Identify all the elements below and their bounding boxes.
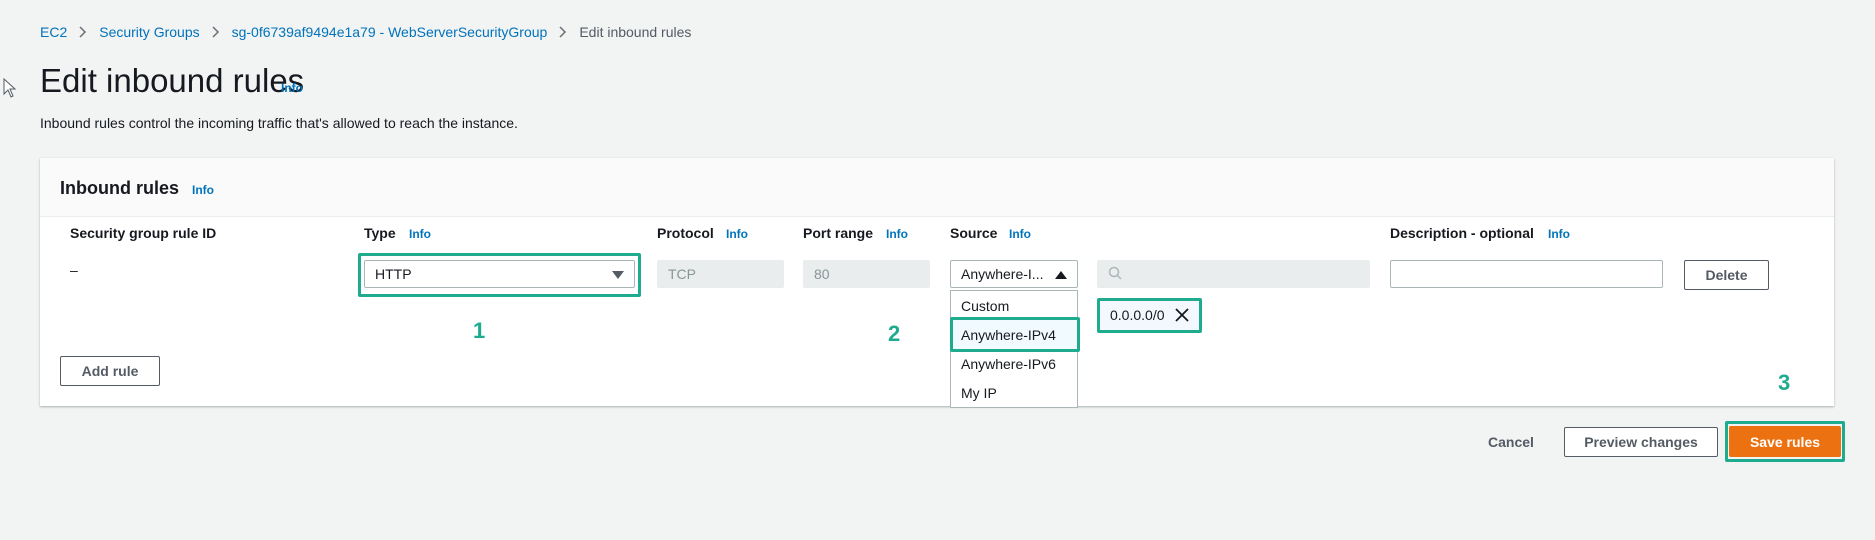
column-source: Source <box>950 225 998 241</box>
step-1-annotation: 1 <box>473 318 486 343</box>
column-port-range: Port range <box>803 225 874 241</box>
page-description: Inbound rules control the incoming traff… <box>40 115 518 131</box>
panel-info-link[interactable]: Info <box>192 183 214 197</box>
column-description: Description - optional <box>1390 225 1534 241</box>
panel-title: Inbound rules <box>60 178 179 198</box>
step-3-annotation: 3 <box>1778 370 1791 395</box>
search-icon <box>1108 266 1122 283</box>
port-range-field: 80 <box>803 260 930 288</box>
preview-changes-button[interactable]: Preview changes <box>1564 427 1718 457</box>
breadcrumb: EC2 Security Groups sg-0f6739af9494e1a79… <box>40 24 691 40</box>
save-rules-button[interactable]: Save rules <box>1729 426 1841 457</box>
cidr-search-input[interactable] <box>1097 260 1370 288</box>
chevron-right-icon <box>559 26 567 38</box>
description-input[interactable] <box>1390 260 1663 288</box>
cancel-button[interactable]: Cancel <box>1488 434 1534 450</box>
caret-down-icon <box>612 266 624 282</box>
type-select-value: HTTP <box>375 266 412 282</box>
source-option-custom[interactable]: Custom <box>951 291 1077 320</box>
column-rule-id: Security group rule ID <box>70 225 217 241</box>
panel-header: Inbound rules Info <box>40 158 1834 217</box>
source-select-value: Anywhere-I... <box>961 266 1044 282</box>
ipv4-highlight-box <box>950 317 1080 352</box>
breadcrumb-security-groups[interactable]: Security Groups <box>99 24 199 40</box>
protocol-info-link[interactable]: Info <box>726 227 748 241</box>
mouse-cursor-icon <box>3 78 17 98</box>
add-rule-button[interactable]: Add rule <box>60 356 160 386</box>
type-select[interactable]: HTTP <box>364 260 635 288</box>
chevron-right-icon <box>212 26 220 38</box>
step-2-annotation: 2 <box>888 321 901 346</box>
caret-up-icon <box>1055 266 1067 282</box>
source-option-anywhere-ipv6[interactable]: Anywhere-IPv6 <box>951 349 1077 378</box>
breadcrumb-current: Edit inbound rules <box>579 24 692 40</box>
column-protocol: Protocol <box>657 225 714 241</box>
source-select[interactable]: Anywhere-I... <box>950 260 1078 288</box>
column-type: Type <box>364 225 396 241</box>
cidr-highlight-box <box>1097 298 1202 333</box>
source-option-my-ip[interactable]: My IP <box>951 378 1077 407</box>
breadcrumb-security-group[interactable]: sg-0f6739af9494e1a79 - WebServerSecurity… <box>232 24 548 40</box>
type-info-link[interactable]: Info <box>409 227 431 241</box>
page-title: Edit inbound rules <box>40 62 305 99</box>
chevron-right-icon <box>79 26 87 38</box>
inbound-rules-panel: Inbound rules Info Security group rule I… <box>40 158 1834 406</box>
port-range-info-link[interactable]: Info <box>886 227 908 241</box>
protocol-field: TCP <box>657 260 784 288</box>
page-info-link[interactable]: Info <box>281 81 303 95</box>
rule-id-value: – <box>70 262 78 278</box>
source-info-link[interactable]: Info <box>1009 227 1031 241</box>
delete-button[interactable]: Delete <box>1684 260 1769 290</box>
breadcrumb-ec2[interactable]: EC2 <box>40 24 67 40</box>
description-info-link[interactable]: Info <box>1548 227 1570 241</box>
